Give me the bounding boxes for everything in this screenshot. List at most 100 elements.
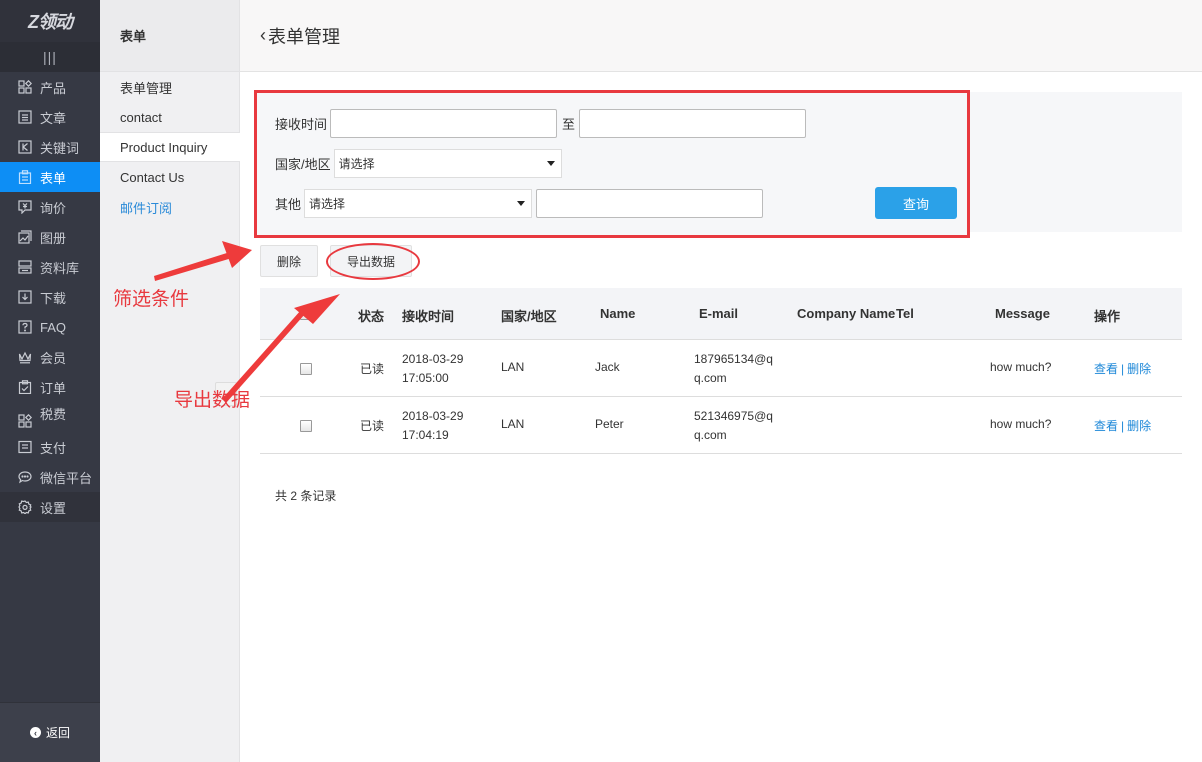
nav-item-members[interactable]: 会员 bbox=[0, 342, 100, 372]
country-label: 国家/地区 bbox=[275, 157, 331, 172]
row-email: 521346975@q q.com bbox=[694, 407, 773, 445]
delete-link[interactable]: 删除 bbox=[1127, 362, 1151, 376]
nav-item-keywords[interactable]: 关键词 bbox=[0, 132, 100, 162]
other-input[interactable] bbox=[536, 189, 764, 218]
receive-time-label: 接收时间 bbox=[275, 117, 328, 132]
export-data-button[interactable]: 导出数据 bbox=[330, 245, 412, 277]
sub-item-email-subscription[interactable]: 邮件订阅 bbox=[100, 192, 239, 222]
back-arrow-icon: ‹ bbox=[29, 727, 41, 738]
nav-item-payment[interactable]: 支付 bbox=[0, 432, 100, 462]
main-content: ‹ 表单管理 接收时间 至 国家/地区 请选择 其他 请选择 查询 删除 导出数… bbox=[240, 0, 1202, 762]
row-email-line1: 187965134@q bbox=[694, 352, 773, 366]
gear-icon bbox=[18, 500, 32, 514]
menu-toggle-icon[interactable]: ||| bbox=[0, 42, 100, 72]
row-actions: 查看 | 删除 bbox=[1094, 417, 1151, 434]
filter-row-time: 接收时间 至 bbox=[275, 109, 807, 138]
nav-item-label: 会员 bbox=[40, 350, 67, 366]
nav-item-settings[interactable]: 设置 bbox=[0, 492, 100, 522]
nav-item-label: FAQ bbox=[40, 319, 67, 335]
caret-down-icon bbox=[546, 161, 555, 166]
col-actions: 操作 bbox=[1094, 309, 1121, 324]
row-message: how much? bbox=[990, 360, 1052, 374]
nav-item-label: 微信平台 bbox=[40, 470, 93, 486]
row-date: 2018-03-29 bbox=[402, 352, 464, 366]
row-status: 已读 bbox=[360, 362, 385, 376]
nav-item-tax[interactable]: 税费 bbox=[0, 402, 100, 432]
export-annotation-label: 导出数据 bbox=[174, 389, 251, 411]
page-title: 表单管理 bbox=[268, 26, 340, 47]
view-link[interactable]: 查看 bbox=[1094, 362, 1118, 376]
col-country: 国家/地区 bbox=[501, 309, 557, 324]
nav-item-download[interactable]: 下载 bbox=[0, 282, 100, 312]
wechat-icon bbox=[18, 470, 32, 484]
col-status: 状态 bbox=[358, 309, 385, 324]
col-company-name: Company Name bbox=[797, 306, 896, 321]
receive-time-to-input[interactable] bbox=[579, 109, 807, 138]
row-receive-time: 2018-03-29 17:04:19 bbox=[402, 407, 463, 445]
price-icon bbox=[18, 200, 32, 214]
sub-sidebar-title: 表单 bbox=[100, 0, 239, 72]
nav-item-faq[interactable]: FAQ bbox=[0, 312, 100, 342]
back-button[interactable]: ‹ 返回 bbox=[0, 702, 100, 762]
nav-item-articles[interactable]: 文章 bbox=[0, 102, 100, 132]
nav-item-label: 下载 bbox=[40, 290, 67, 306]
main-nav: Z领动 ||| 产品 文章 关键词 表单 询价 图册 资料库 下载 FAQ 会员 bbox=[0, 0, 100, 762]
col-receive-time: 接收时间 bbox=[402, 309, 455, 324]
filter-panel: 接收时间 至 国家/地区 请选择 其他 请选择 查询 bbox=[254, 90, 970, 238]
clipboard-icon bbox=[18, 170, 32, 184]
grid-icon bbox=[18, 80, 32, 94]
table-row: 已读 2018-03-29 17:04:19 LAN Peter 5213469… bbox=[260, 397, 1182, 454]
col-email: E-mail bbox=[699, 306, 739, 321]
sub-item-form-management[interactable]: 表单管理 bbox=[100, 72, 239, 102]
record-count: 共 2 条记录 bbox=[275, 489, 337, 503]
row-email: 187965134@q q.com bbox=[694, 350, 773, 388]
nav-item-label: 关键词 bbox=[40, 140, 80, 156]
country-select[interactable]: 请选择 bbox=[333, 149, 562, 178]
row-message: how much? bbox=[990, 417, 1052, 431]
sub-item-product-inquiry[interactable]: Product Inquiry bbox=[100, 132, 241, 162]
row-email-line1: 521346975@q bbox=[694, 409, 773, 423]
row-checkbox[interactable] bbox=[300, 420, 312, 432]
separator: | bbox=[1121, 362, 1125, 376]
view-link[interactable]: 查看 bbox=[1094, 419, 1118, 433]
row-receive-time: 2018-03-29 17:05:00 bbox=[402, 350, 463, 388]
nav-item-wechat[interactable]: 微信平台 bbox=[0, 462, 100, 492]
nav-item-label: 资料库 bbox=[40, 260, 80, 276]
back-label: 返回 bbox=[45, 726, 70, 740]
table-header: 状态 接收时间 国家/地区 Name E-mail Company Name T… bbox=[260, 288, 1182, 340]
album-icon bbox=[18, 230, 32, 244]
row-name: Peter bbox=[595, 417, 624, 431]
nav-item-forms[interactable]: 表单 bbox=[0, 162, 100, 192]
nav-item-label: 支付 bbox=[40, 440, 67, 456]
library-icon bbox=[18, 260, 32, 274]
separator: | bbox=[1121, 419, 1125, 433]
delete-link[interactable]: 删除 bbox=[1127, 419, 1151, 433]
row-checkbox[interactable] bbox=[300, 363, 312, 375]
receive-time-from-input[interactable] bbox=[330, 109, 558, 138]
question-icon bbox=[18, 320, 32, 334]
nav-item-label: 询价 bbox=[40, 200, 67, 216]
nav-item-label: 图册 bbox=[40, 230, 67, 246]
other-select-value: 请选择 bbox=[309, 197, 346, 211]
filter-row-country: 国家/地区 请选择 bbox=[275, 149, 562, 178]
delete-button[interactable]: 删除 bbox=[260, 245, 318, 277]
nav-item-album[interactable]: 图册 bbox=[0, 222, 100, 252]
payment-icon bbox=[18, 440, 32, 454]
col-message: Message bbox=[995, 306, 1050, 321]
nav-item-orders[interactable]: 订单 bbox=[0, 372, 100, 402]
nav-item-products[interactable]: 产品 bbox=[0, 72, 100, 102]
logo[interactable]: Z领动 bbox=[0, 0, 100, 42]
other-select[interactable]: 请选择 bbox=[304, 189, 533, 218]
row-time: 17:04:19 bbox=[402, 428, 449, 442]
nav-item-inquiry[interactable]: 询价 bbox=[0, 192, 100, 222]
sub-sidebar: 表单 表单管理 contact Product Inquiry Contact … bbox=[100, 0, 241, 762]
chevron-left-icon[interactable]: ‹ bbox=[260, 25, 266, 46]
select-all-checkbox[interactable] bbox=[300, 308, 312, 320]
query-button[interactable]: 查询 bbox=[875, 187, 957, 219]
nav-item-library[interactable]: 资料库 bbox=[0, 252, 100, 282]
row-name: Jack bbox=[595, 360, 620, 374]
sub-item-contact-us[interactable]: Contact Us bbox=[100, 162, 239, 192]
sub-item-contact[interactable]: contact bbox=[100, 102, 239, 132]
filter-annotation-label: 筛选条件 bbox=[113, 288, 190, 310]
to-label: 至 bbox=[562, 117, 576, 132]
